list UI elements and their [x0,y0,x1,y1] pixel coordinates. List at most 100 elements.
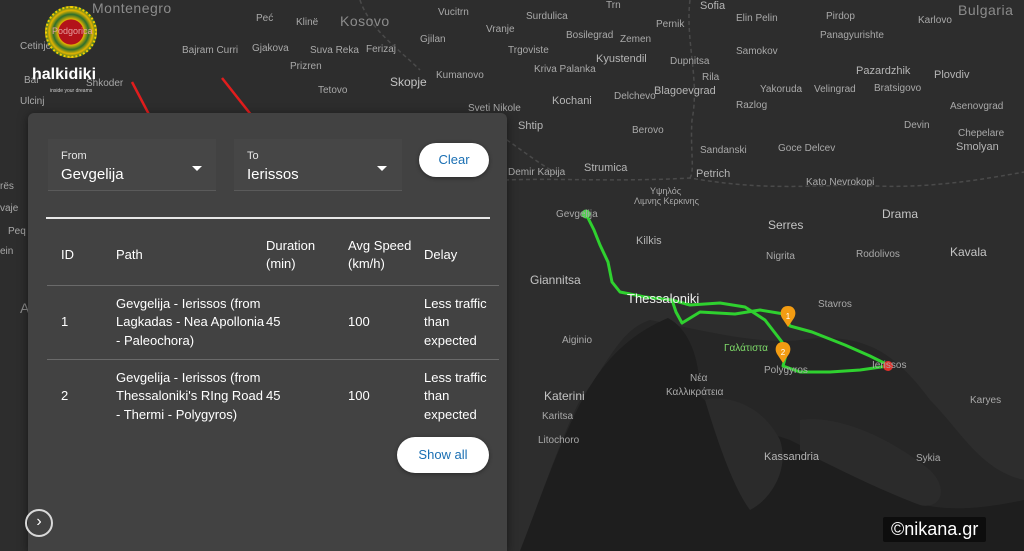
place-aiginio: Aiginio [562,335,593,346]
clear-button[interactable]: Clear [419,143,489,177]
place-kallikrateia: Καλλικράτεια [666,387,724,398]
place-pec: Peć [256,13,274,24]
place-bosilegrad: Bosilegrad [566,30,614,41]
place-polygyros: Polygyros [764,365,808,376]
route-path: Gevgelija - Ierissos (from Lagkadas - Ne… [116,296,265,348]
place-sofia: Sofia [700,0,726,12]
place-kyustendil: Kyustendil [596,53,647,65]
column-avg-speed: Avg Speed (km/h) [348,238,412,271]
place-yakoruda: Yakoruda [760,84,803,95]
place-bratsigovo: Bratsigovo [874,83,922,94]
place-kilkis: Kilkis [636,235,662,247]
place-samokov: Samokov [736,46,778,57]
place-bulgaria: Bulgaria [958,2,1014,18]
place-left-res: rës [0,181,14,192]
place-asenovgrad: Asenovgrad [950,101,1004,112]
logo-overlay-text: Podgorica [52,26,93,36]
place-skopje: Skopje [390,75,427,89]
place-gevgelija: Gevgelija [556,209,598,220]
to-value: Ierissos [247,166,299,183]
place-bajram-curri: Bajram Curri [182,45,239,56]
place-gjilan: Gjilan [420,34,446,45]
place-tetovo: Tetovo [318,85,348,96]
place-gjakova: Gjakova [252,43,289,54]
place-razlog: Razlog [736,100,768,111]
routes-table: ID Path Duration (min) Avg Speed (km/h) … [47,225,499,433]
place-ypsilos: Υψηλός [650,186,682,196]
route-id: 2 [61,388,69,404]
place-rodolivos: Rodolivos [856,249,900,260]
column-id: ID [61,247,74,262]
route-delay: Less traffic than expected [424,370,487,422]
show-all-button[interactable]: Show all [397,437,489,473]
place-stavros: Stavros [818,299,852,310]
route-path: Gevgelija - Ierissos (from Thessaloniki'… [116,370,263,422]
place-serres: Serres [768,218,804,232]
place-nigrita: Nigrita [766,251,795,262]
place-blagoevgrad: Blagoevgrad [654,85,716,97]
place-kavala: Kavala [950,245,987,259]
place-left-vaje: vaje [0,203,19,214]
place-pernik: Pernik [656,19,685,30]
svg-text:2: 2 [781,348,786,357]
place-left-peq: Peq [8,226,26,237]
place-trgoviste: Trgoviste [508,45,549,56]
place-panagyurishte: Panagyurishte [820,30,884,41]
table-row[interactable]: 1 Gevgelija - Ierissos (from Lagkadas - … [47,286,499,360]
place-smolyan: Smolyan [956,141,999,153]
place-prizren: Prizren [290,61,322,72]
column-path: Path [116,247,143,262]
place-chepelare: Chepelare [958,128,1005,139]
place-suva-reka: Suva Reka [310,45,359,56]
place-velingrad: Velingrad [814,84,856,95]
place-litochoro: Litochoro [538,435,580,446]
halkidiki-logo[interactable]: Podgorica halkidiki inside your dreams [22,6,112,98]
place-sandanski: Sandanski [700,145,747,156]
place-kato-nevrokopi: Kato Nevrokopi [806,177,875,188]
place-sykia: Sykia [916,453,941,464]
table-header-row: ID Path Duration (min) Avg Speed (km/h) … [47,225,499,286]
place-limnis-kerkinis: Λιμνης Κερκινης [634,196,700,206]
place-dupnitsa: Dupnitsa [670,56,710,67]
column-delay: Delay [424,247,458,262]
place-devin: Devin [904,120,930,131]
place-ierissos: Ierissos [872,360,907,371]
route-delay: Less traffic than expected [424,296,487,348]
place-thessaloniki: Thessaloniki [627,291,700,306]
place-kochani: Kochani [552,95,592,107]
place-left-ein: ein [0,246,14,257]
place-trn: Trn [606,0,621,11]
place-pirdop: Pirdop [826,11,855,22]
place-shtip: Shtip [518,120,544,132]
place-kumanovo: Kumanovo [436,70,484,81]
watermark: ©nikana.gr [883,517,987,542]
route-panel: From Gevgelija To Ierissos Clear ID Path… [28,113,507,551]
to-select[interactable]: To Ierissos [234,139,402,191]
place-galatista: Γαλάτιστα [724,343,768,354]
place-zemen: Zemen [620,34,652,45]
place-karyes: Karyes [970,395,1002,406]
place-ferizaj: Ferizaj [366,44,397,55]
column-duration: Duration (min) [266,238,316,271]
route-avg-speed: 100 [348,388,370,404]
logo-title: halkidiki [32,66,97,83]
place-karitsa: Karitsa [542,411,574,422]
chevron-right-icon[interactable]: › [25,509,53,537]
place-kriva-palanka: Kriva Palanka [534,64,596,75]
place-surdulica: Surdulica [526,11,568,22]
from-label: From [61,150,87,162]
place-strumica: Strumica [584,162,628,174]
route-avg-speed: 100 [348,314,370,330]
place-kline: Klinë [296,17,319,28]
place-goce-delcev: Goce Delcev [778,143,836,154]
to-dropdown-icon [377,166,387,171]
place-katerini: Katerini [544,389,585,403]
from-dropdown-icon [192,166,202,171]
table-row[interactable]: 2 Gevgelija - Ierissos (from Thessalonik… [47,360,499,434]
place-drama: Drama [882,207,919,221]
place-vranje: Vranje [486,24,515,35]
place-karlovo: Karlovo [918,15,952,26]
place-delchevo: Delchevo [614,91,656,102]
svg-text:1: 1 [786,312,791,321]
from-select[interactable]: From Gevgelija [48,139,216,191]
